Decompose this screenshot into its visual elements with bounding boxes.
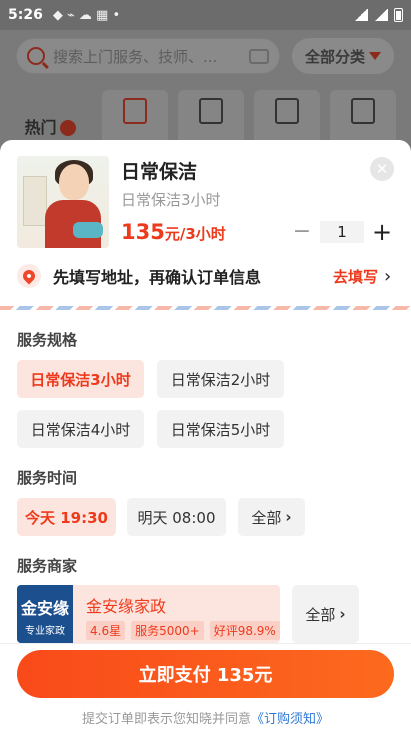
decrease-button[interactable]: −: [290, 221, 314, 243]
notification-icons: ◆ ⌁ ☁ ▦ •: [52, 7, 121, 23]
status-time: 5:26: [8, 7, 43, 23]
time-option[interactable]: 今天 19:30: [17, 498, 116, 536]
product-title: 日常保洁: [121, 161, 198, 183]
background-page: 搜索上门服务、技师、... 全部分类 热门: [0, 30, 411, 150]
search-placeholder: 搜索上门服务、技师、...: [53, 47, 218, 66]
search-bar[interactable]: 搜索上门服务、技师、...: [16, 38, 280, 74]
merchant-name: 金安缘家政: [86, 597, 167, 616]
location-pin-icon: [17, 264, 41, 288]
agreement-prefix: 提交订单即表示您知晓并同意: [81, 712, 251, 727]
terms-link[interactable]: 《订购须知》: [251, 712, 329, 727]
window-icon: [351, 98, 375, 124]
hot-tab[interactable]: 热门: [8, 90, 92, 142]
fill-address-link[interactable]: 去填写: [333, 266, 378, 287]
category-deep-clean[interactable]: [178, 90, 244, 146]
fire-icon: [59, 120, 76, 136]
merchant-services: 服务5000+: [131, 621, 204, 640]
merchant-logo: 金安缘 专业家政: [17, 585, 73, 643]
address-row[interactable]: 先填写地址，再确认订单信息 去填写 ›: [0, 260, 411, 292]
pay-button[interactable]: 立即支付 135元: [17, 650, 394, 698]
camera-icon[interactable]: [249, 48, 269, 64]
spray-icon: [199, 98, 223, 124]
product-image: [17, 156, 109, 248]
merchant-stats: 4.6星 服务5000+ 好评98.9%: [86, 621, 280, 640]
merchant-all-button[interactable]: 全部 ›: [292, 585, 359, 643]
product-price: 135元/3小时: [121, 220, 226, 244]
hot-label: 热门: [24, 118, 57, 137]
increase-button[interactable]: +: [370, 220, 394, 244]
house-icon: [275, 98, 299, 124]
status-bar: 5:26 ◆ ⌁ ☁ ▦ •: [0, 0, 411, 30]
chevron-right-icon: ›: [285, 508, 292, 526]
merchant-title: 服务商家: [17, 557, 78, 575]
spec-option[interactable]: 日常保洁5小时: [157, 410, 284, 448]
merchant-rating: 4.6星: [86, 621, 126, 640]
signal-icon: [374, 9, 388, 21]
close-icon[interactable]: ✕: [370, 157, 394, 181]
merchant-logo-name: 金安缘: [20, 599, 69, 618]
bucket-icon: [123, 98, 147, 124]
category-cleaning[interactable]: [102, 90, 168, 146]
spec-option[interactable]: 日常保洁3小时: [17, 360, 144, 398]
quantity-value[interactable]: 1: [320, 221, 364, 243]
merchant-logo-tagline: 专业家政: [25, 626, 65, 637]
wifi-icon: [354, 9, 368, 21]
price-amount: 135: [121, 220, 165, 244]
category-window[interactable]: [330, 90, 396, 146]
checkout-footer: 立即支付 135元 提交订单即表示您知晓并同意《订购须知》: [0, 643, 411, 732]
category-home[interactable]: [254, 90, 320, 146]
all-categories-button[interactable]: 全部分类: [292, 38, 394, 74]
time-all-label: 全部: [251, 508, 282, 527]
quantity-stepper: − 1 +: [290, 220, 394, 244]
agreement-text: 提交订单即表示您知晓并同意《订购须知》: [0, 708, 411, 727]
merchant-card[interactable]: 金安缘 专业家政 金安缘家政 4.6星 服务5000+ 好评98.9%: [17, 585, 280, 643]
address-prompt: 先填写地址，再确认订单信息: [53, 268, 262, 287]
spec-option[interactable]: 日常保洁4小时: [17, 410, 144, 448]
battery-icon: [394, 8, 403, 22]
envelope-stripe: [0, 306, 411, 310]
merchant-all-label: 全部: [305, 605, 336, 624]
caret-down-icon: [369, 52, 381, 60]
chevron-right-icon: ›: [339, 605, 346, 623]
time-title: 服务时间: [17, 469, 78, 487]
merchant-praise: 好评98.9%: [209, 621, 280, 640]
spec-option[interactable]: 日常保洁2小时: [157, 360, 284, 398]
chevron-right-icon: ›: [384, 265, 392, 287]
spec-title: 服务规格: [17, 331, 78, 349]
order-sheet: 日常保洁 日常保洁3小时 135元/3小时 ✕ − 1 + 先填写地址，再确认订…: [0, 140, 411, 643]
all-categories-label: 全部分类: [304, 47, 365, 66]
product-subtitle: 日常保洁3小时: [121, 191, 221, 209]
search-icon: [27, 47, 45, 65]
time-all-button[interactable]: 全部 ›: [238, 498, 305, 536]
time-option[interactable]: 明天 08:00: [127, 498, 226, 536]
price-unit: 元/3小时: [164, 225, 226, 243]
